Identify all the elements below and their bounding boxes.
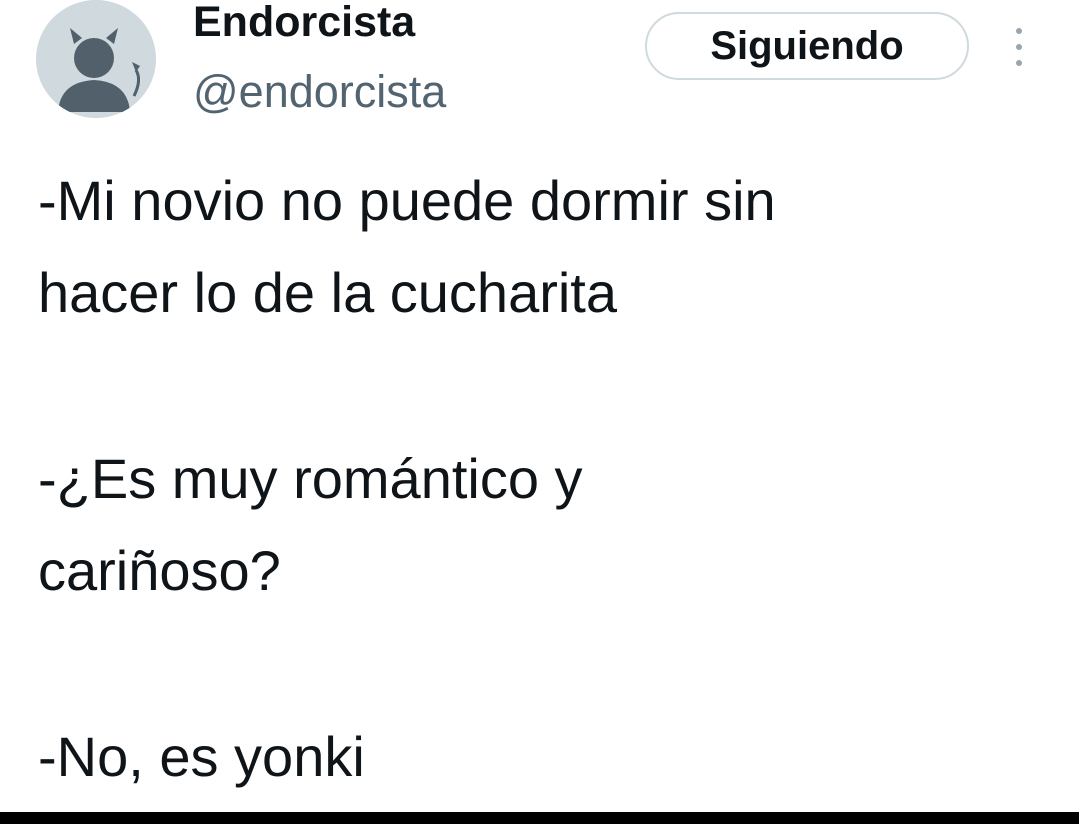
tweet-line: cariñoso? [38, 539, 281, 602]
devil-avatar-icon [37, 0, 155, 118]
tweet-line: -No, es yonki [38, 725, 365, 788]
tweet-card: Endorcista @endorcista Siguiendo -Mi nov… [0, 0, 1079, 824]
author-handle[interactable]: @endorcista [193, 64, 446, 120]
following-button-label: Siguiendo [710, 23, 904, 68]
tweet-line: -Mi novio no puede dormir sin [38, 169, 776, 232]
following-button[interactable]: Siguiendo [645, 12, 969, 80]
tweet-paragraph-1: -Mi novio no puede dormir sin hacer lo d… [38, 155, 1058, 339]
tweet-paragraph-3: -No, es yonki [38, 711, 1058, 803]
bottom-border [0, 812, 1079, 824]
tweet-line: hacer lo de la cucharita [38, 261, 618, 324]
tweet-line: -¿Es muy romántico y [38, 447, 583, 510]
tweet-paragraph-2: -¿Es muy romántico y cariñoso? [38, 433, 1058, 617]
vertical-ellipsis-icon[interactable] [1007, 24, 1031, 72]
author-display-name[interactable]: Endorcista [193, 0, 415, 50]
author-avatar[interactable] [36, 0, 156, 118]
